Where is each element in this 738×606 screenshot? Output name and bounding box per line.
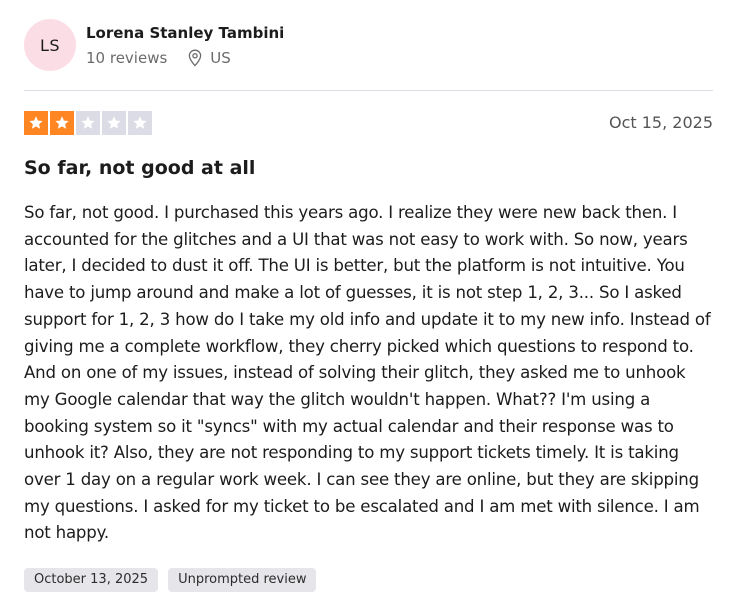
- reviewer-meta: 10 reviews US: [86, 49, 284, 67]
- location-pin-icon: [187, 49, 203, 67]
- review-type-badge[interactable]: Unprompted review: [168, 568, 317, 592]
- star-icon: [102, 111, 126, 135]
- star-icon: [24, 111, 48, 135]
- reviewer-header[interactable]: LS Lorena Stanley Tambini 10 reviews US: [24, 18, 284, 72]
- experience-date-badge: October 13, 2025: [24, 568, 159, 592]
- review-body: So far, not good. I purchased this years…: [24, 203, 711, 543]
- reviewer-info: Lorena Stanley Tambini 10 reviews US: [86, 23, 284, 67]
- star-icon: [76, 111, 100, 135]
- review-title[interactable]: So far, not good at all: [24, 155, 255, 181]
- reviews-count: 10 reviews: [86, 49, 168, 67]
- star-icon: [128, 111, 152, 135]
- review-date: Oct 15, 2025: [609, 113, 713, 132]
- star-icon: [50, 111, 74, 135]
- divider: [24, 90, 713, 91]
- reviewer-country: US: [210, 49, 231, 67]
- star-rating: [24, 111, 152, 135]
- review-tags: October 13, 2025 Unprompted review: [24, 568, 317, 592]
- avatar[interactable]: LS: [24, 19, 76, 71]
- review-card: LS Lorena Stanley Tambini 10 reviews US …: [24, 0, 713, 606]
- reviewer-name[interactable]: Lorena Stanley Tambini: [86, 23, 284, 43]
